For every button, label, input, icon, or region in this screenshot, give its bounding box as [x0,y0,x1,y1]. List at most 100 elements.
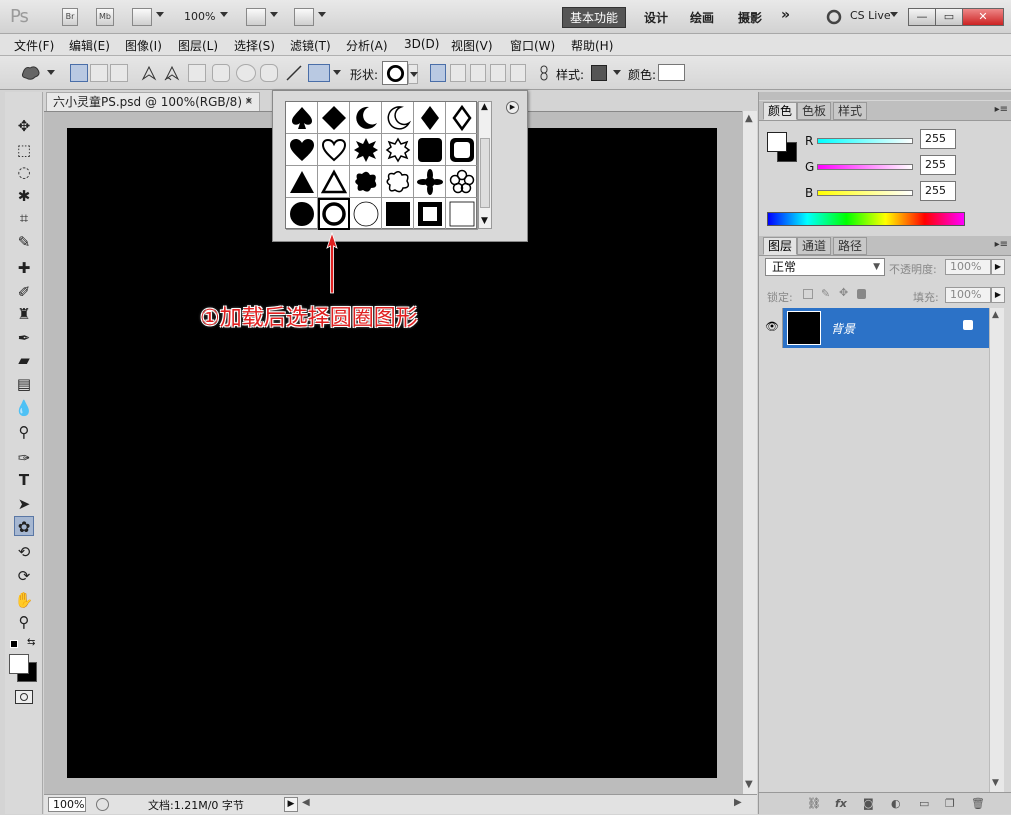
shape-starburst-outline-icon[interactable] [382,134,414,166]
chevron-down-icon[interactable] [613,70,621,75]
intersect-shape-button[interactable] [490,64,506,82]
r-value[interactable]: 255 [920,129,956,149]
lasso-tool-icon[interactable]: ◌ [14,162,34,182]
shape-square-frame-icon[interactable] [414,198,446,230]
gradient-tool-icon[interactable]: ▤ [14,374,34,394]
maximize-button[interactable]: ▭ [935,8,963,26]
panel-menu-icon[interactable]: ▸≡ [995,104,1008,115]
more-workspaces-button[interactable]: » [781,7,790,23]
lock-position-icon[interactable]: ✥ [839,286,848,299]
history-brush-tool-icon[interactable]: ✒ [14,328,34,348]
menu-filter[interactable]: 滤镜(T) [290,37,331,54]
workspace-painting[interactable]: 绘画 [690,9,714,26]
eyedropper-tool-icon[interactable]: ✎ [14,232,34,252]
custom-shape-tool-icon[interactable]: ✿ [14,516,34,536]
foreground-color-swatch[interactable] [767,132,787,152]
adjustment-layer-icon[interactable]: ◐ [891,797,901,810]
rounded-rectangle-tool-button[interactable] [212,64,230,82]
eraser-tool-icon[interactable]: ▰ [14,350,34,370]
chevron-down-icon[interactable] [220,12,228,17]
marquee-tool-icon[interactable]: ⬚ [14,140,34,160]
tab-channels[interactable]: 通道 [797,237,832,255]
move-tool-icon[interactable]: ✥ [14,116,34,136]
shape-moon-outline-icon[interactable] [382,102,414,134]
blend-mode-select[interactable]: 正常 ▼ [765,258,885,276]
chevron-down-icon[interactable] [156,12,164,17]
trash-icon[interactable]: 🗑 [971,797,985,810]
style-swatch[interactable] [591,65,607,81]
opacity-slider-button[interactable]: ▶ [991,259,1005,275]
workspace-essentials[interactable]: 基本功能 [562,7,626,28]
document-tab[interactable]: 六小灵童PS.psd @ 100%(RGB/8) * × [46,92,260,111]
shape-heart-icon[interactable] [286,134,318,166]
quick-selection-tool-icon[interactable]: ✱ [14,186,34,206]
healing-brush-tool-icon[interactable]: ✚ [14,258,34,278]
pen-tool-icon[interactable]: ✑ [14,448,34,468]
scroll-up-icon[interactable]: ▲ [745,113,753,124]
blur-tool-icon[interactable]: 💧 [14,398,34,418]
fill-field[interactable]: 100% [945,287,991,303]
crop-tool-icon[interactable]: ⌗ [14,208,34,228]
shape-asterisk-icon[interactable] [414,166,446,198]
menu-analysis[interactable]: 分析(A) [346,37,388,54]
rectangle-tool-button[interactable] [188,64,206,82]
menu-help[interactable]: 帮助(H) [571,37,613,54]
exclude-shape-button[interactable] [510,64,526,82]
brush-tool-icon[interactable]: ✐ [14,282,34,302]
layers-scrollbar[interactable]: ▲ ▼ [989,308,1004,792]
fx-icon[interactable]: fx [835,797,847,810]
shape-tall-diamond-icon[interactable] [414,102,446,134]
layer-row-background[interactable]: 👁 背景 [759,308,989,348]
add-shape-button[interactable] [450,64,466,82]
menu-3d[interactable]: 3D(D) [404,37,439,51]
visibility-toggle[interactable]: 👁 [759,308,783,348]
menu-view[interactable]: 视图(V) [451,37,493,54]
new-layer-icon[interactable]: ❐ [945,797,955,810]
path-selection-tool-icon[interactable]: ➤ [14,494,34,514]
vertical-scrollbar[interactable]: ▲ ▼ [742,111,757,794]
color-swatch[interactable] [658,64,685,81]
scroll-left-icon[interactable]: ◀ [302,797,310,808]
type-tool-icon[interactable]: T [14,470,34,490]
link-layers-icon[interactable]: ⛓ [807,797,821,810]
shape-circle-icon[interactable] [286,198,318,230]
3d-rotate-tool-icon[interactable]: ⟲ [14,542,34,562]
scroll-down-icon[interactable]: ▼ [745,779,753,790]
custom-shape-mode-button[interactable] [308,64,330,82]
add-mask-icon[interactable]: ◙ [863,797,874,810]
shape-square-outline-icon[interactable] [446,198,478,230]
chevron-down-icon[interactable] [318,12,326,17]
menu-layer[interactable]: 图层(L) [178,37,218,54]
paths-mode-button[interactable] [90,64,108,82]
clone-stamp-tool-icon[interactable]: ♜ [14,304,34,324]
default-colors-icon[interactable] [10,640,18,648]
tool-preset-dropdown-icon[interactable] [47,70,55,75]
zoom-field[interactable]: 100% [48,797,86,812]
shape-rounded-square-icon[interactable] [414,134,446,166]
ellipse-tool-button[interactable] [236,64,256,82]
scroll-up-icon[interactable]: ▲ [481,102,488,112]
shape-picker-button[interactable] [382,61,408,85]
workspace-design[interactable]: 设计 [644,9,668,26]
menu-window[interactable]: 窗口(W) [510,37,555,54]
shape-blob-outline-icon[interactable] [382,166,414,198]
minibridge-button[interactable]: Mb [96,8,114,26]
fill-slider-button[interactable]: ▶ [991,287,1005,303]
shape-diamond-outline-icon[interactable] [446,102,478,134]
shape-square-icon[interactable] [382,198,414,230]
g-slider[interactable] [817,164,913,170]
shape-triangle-icon[interactable] [286,166,318,198]
subtract-shape-button[interactable] [470,64,486,82]
foreground-color-swatch[interactable] [9,654,29,674]
dodge-tool-icon[interactable]: ⚲ [14,422,34,442]
custom-shape-tool-icon[interactable] [20,64,42,82]
3d-orbit-tool-icon[interactable]: ⟳ [14,566,34,586]
fill-pixels-mode-button[interactable] [110,64,128,82]
menu-file[interactable]: 文件(F) [14,37,54,54]
shape-diamond-icon[interactable] [318,102,350,134]
b-value[interactable]: 255 [920,181,956,201]
hand-tool-icon[interactable]: ✋ [14,590,34,610]
shape-layers-mode-button[interactable] [70,64,88,82]
menu-select[interactable]: 选择(S) [234,37,275,54]
tab-layers[interactable]: 图层 [763,237,798,255]
